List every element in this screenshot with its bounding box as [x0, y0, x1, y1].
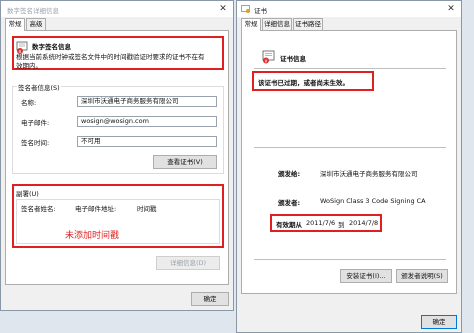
issued-to-value: 深圳市沃通电子商务服务有限公司: [320, 170, 418, 178]
email-label: 电子邮件:: [21, 119, 50, 127]
countersignature-list[interactable]: 签名者姓名: 电子邮件地址: 时间戳 未添加时间戳: [16, 199, 220, 244]
digital-signature-details-window: 数字签名详细信息 ✕ 常规 高级 x 数字签名信息 根据当前系统时钟或签名文件中…: [0, 0, 234, 311]
issued-to-label: 颁发给:: [278, 170, 301, 178]
cert-info-heading: 证书信息: [280, 55, 306, 63]
divider: [254, 147, 446, 148]
validity-from: 2011/7/6: [306, 219, 336, 227]
signer-info-title: 签名者信息(S): [17, 82, 61, 92]
expired-warning-text: 该证书已过期，或者尚未生效。: [258, 79, 349, 87]
certificate-icon: [241, 5, 250, 13]
tab-advanced[interactable]: 高级: [26, 18, 46, 30]
tab-cert-path[interactable]: 证书路径: [293, 18, 323, 30]
signing-time-field[interactable]: 不可用: [77, 136, 217, 147]
details-button[interactable]: 详细信息(D): [156, 256, 220, 270]
info-line-1: 根据当前系统时钟或签名文件中的时间戳验证时要求的证书不在有: [16, 53, 205, 61]
general-tab-panel: x 数字签名信息 根据当前系统时钟或签名文件中的时间戳验证时要求的证书不在有 效…: [5, 30, 229, 285]
ok-button[interactable]: 确定: [421, 315, 457, 329]
info-heading: 数字签名信息: [32, 43, 71, 51]
close-icon[interactable]: ✕: [445, 3, 457, 15]
tab-details[interactable]: 详细信息: [262, 18, 292, 30]
column-email[interactable]: 电子邮件地址:: [75, 203, 116, 213]
divider: [254, 68, 446, 69]
email-field[interactable]: wosign@wosign.com: [77, 116, 217, 127]
tab-general[interactable]: 常规: [241, 18, 261, 31]
general-tab-panel: x 证书信息 该证书已过期，或者尚未生效。 颁发给: 深圳市沃通电子商务服务有限…: [241, 30, 457, 294]
title-bar: 证书 ✕: [237, 1, 461, 17]
issuer-statement-button[interactable]: 颁发者说明(S): [396, 269, 448, 283]
countersignature-title: 副署(U): [16, 190, 39, 198]
window-title: 证书: [254, 7, 267, 15]
divider: [254, 259, 446, 260]
column-timestamp[interactable]: 时间戳: [137, 203, 157, 213]
column-signer-name[interactable]: 签名者姓名:: [21, 203, 56, 213]
window-title: 数字签名详细信息: [7, 7, 59, 15]
svg-text:x: x: [265, 58, 268, 64]
signing-time-label: 签名时间:: [21, 139, 50, 147]
validity-to: 2014/7/8: [349, 219, 379, 227]
issued-by-label: 颁发者:: [278, 199, 301, 207]
validity-label: 有效期从: [276, 221, 302, 229]
info-line-2: 效期内。: [16, 62, 42, 70]
close-icon[interactable]: ✕: [217, 3, 229, 15]
ok-button[interactable]: 确定: [191, 292, 229, 306]
certificate-window: 证书 ✕ 常规 详细信息 证书路径 x 证书信息 该证书已过期，或者尚未生效。 …: [236, 0, 462, 333]
tab-general[interactable]: 常规: [5, 18, 25, 31]
signer-info-group: 签名者信息(S) 名称: 深圳市沃通电子商务服务有限公司 电子邮件: wosig…: [12, 82, 224, 174]
issued-by-value: WoSign Class 3 Code Signing CA: [320, 197, 426, 205]
certificate-error-icon: x: [262, 50, 275, 64]
name-label: 名称:: [21, 99, 37, 107]
validity-to-word: 到: [338, 221, 345, 229]
install-certificate-button[interactable]: 安装证书(I)...: [340, 269, 392, 283]
title-bar: 数字签名详细信息 ✕: [1, 1, 233, 17]
name-field[interactable]: 深圳市沃通电子商务服务有限公司: [77, 96, 217, 107]
no-timestamp-annotation: 未添加时间戳: [65, 231, 120, 241]
view-certificate-button[interactable]: 查看证书(V): [153, 155, 217, 169]
